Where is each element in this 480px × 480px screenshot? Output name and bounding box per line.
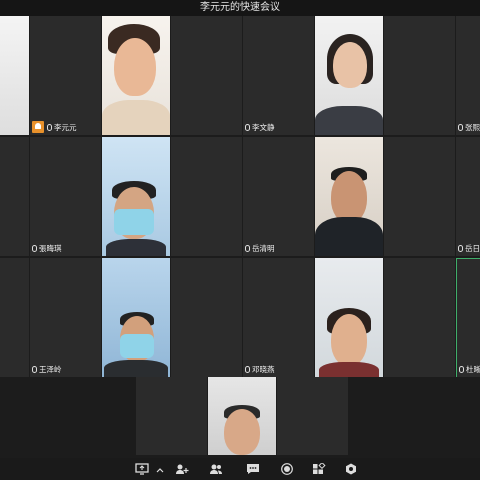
- video-feed: [315, 137, 383, 256]
- video-tile-empty-5[interactable]: [384, 137, 455, 256]
- participant-name: 岳日: [465, 244, 480, 253]
- video-tile-self[interactable]: [208, 377, 276, 455]
- video-feed: [315, 16, 383, 135]
- video-tile-empty-4[interactable]: [171, 137, 242, 256]
- face: [114, 38, 156, 96]
- video-tile-empty-7[interactable]: [171, 258, 242, 377]
- video-feed: [102, 16, 170, 135]
- window-title: 李元元的快速会议: [0, 0, 480, 16]
- video-tile-woman-older[interactable]: [315, 258, 383, 377]
- video-feed: [315, 258, 383, 377]
- face: [331, 171, 367, 223]
- participant-name: 张熙: [465, 123, 480, 132]
- participant-label: 邓晓燕: [245, 364, 275, 375]
- participant-name: 李元元: [54, 122, 77, 132]
- mic-icon: [245, 245, 250, 252]
- participant-label: 岳清明: [245, 243, 275, 254]
- video-feed: [0, 16, 29, 135]
- video-tile-yue-ri[interactable]: 岳日: [456, 137, 480, 256]
- video-tile-empty-1[interactable]: [171, 16, 242, 135]
- video-feed: [102, 137, 170, 256]
- video-tile-partial-left[interactable]: [0, 16, 29, 135]
- face-mask: [120, 334, 154, 358]
- video-tile-zhang-huiqi[interactable]: 張晦琪: [30, 137, 101, 256]
- mic-icon: [458, 124, 463, 131]
- participant-label: 张熙: [458, 122, 480, 133]
- video-tile-yue-qingming[interactable]: 岳清明: [243, 137, 314, 256]
- mic-icon: [458, 245, 463, 252]
- video-tile-empty-6[interactable]: [0, 258, 29, 377]
- video-tile-du-xi-active[interactable]: 杜晰: [456, 258, 480, 377]
- video-tile-wang-zeling[interactable]: 王泽岭: [30, 258, 101, 377]
- host-badge-icon: [32, 121, 44, 133]
- face: [331, 314, 367, 366]
- screen-share-icon[interactable]: [135, 463, 149, 475]
- chevron-up-icon[interactable]: [156, 463, 164, 475]
- participant-label: 王泽岭: [32, 364, 62, 375]
- participants-icon[interactable]: [209, 463, 223, 475]
- face: [333, 42, 367, 88]
- participant-name: 張晦琪: [39, 244, 62, 253]
- video-tile-empty-10[interactable]: [277, 377, 348, 455]
- video-tile-man-mask-1[interactable]: [102, 137, 170, 256]
- mic-icon: [32, 366, 37, 373]
- apps-icon[interactable]: [312, 463, 326, 475]
- participant-name: 邓晓燕: [252, 365, 275, 374]
- video-tile-li-wenjing[interactable]: 李文静: [243, 16, 314, 135]
- participant-label: 李文静: [245, 122, 275, 133]
- participant-name: 李文静: [252, 123, 275, 132]
- settings-icon[interactable]: [344, 463, 358, 475]
- face-mask: [114, 209, 154, 235]
- add-participant-icon[interactable]: [175, 463, 189, 475]
- participant-label: 張晦琪: [32, 243, 62, 254]
- video-tile-man-suit[interactable]: [315, 137, 383, 256]
- record-icon[interactable]: [280, 463, 294, 475]
- video-feed: [208, 377, 276, 455]
- video-tile-empty-8[interactable]: [384, 258, 455, 377]
- mic-icon: [459, 366, 464, 373]
- mic-icon: [245, 366, 250, 373]
- video-tile-woman-glasses[interactable]: [102, 16, 170, 135]
- video-feed: [102, 258, 170, 377]
- video-tile-empty-9[interactable]: [136, 377, 207, 455]
- participant-label: 李元元: [32, 121, 77, 133]
- video-tile-deng-xiaoyan[interactable]: 邓晓燕: [243, 258, 314, 377]
- meeting-toolbar: [0, 458, 480, 480]
- video-tile-li-yuanyuan[interactable]: 李元元: [30, 16, 101, 135]
- face: [224, 409, 260, 455]
- mic-icon: [32, 245, 37, 252]
- video-tile-zhang-xi[interactable]: 张熙: [456, 16, 480, 135]
- participant-name: 杜晰: [466, 365, 480, 374]
- participant-label: 岳日: [458, 243, 480, 254]
- participant-name: 王泽岭: [39, 365, 62, 374]
- video-tile-empty-3[interactable]: [0, 137, 29, 256]
- video-tile-man-mask-2[interactable]: [102, 258, 170, 377]
- participant-label: 杜晰: [459, 364, 480, 375]
- participant-name: 岳清明: [252, 244, 275, 253]
- chat-icon[interactable]: [246, 463, 260, 475]
- video-tile-empty-2[interactable]: [384, 16, 455, 135]
- mic-icon: [245, 124, 250, 131]
- video-tile-woman[interactable]: [315, 16, 383, 135]
- mic-icon: [47, 123, 52, 131]
